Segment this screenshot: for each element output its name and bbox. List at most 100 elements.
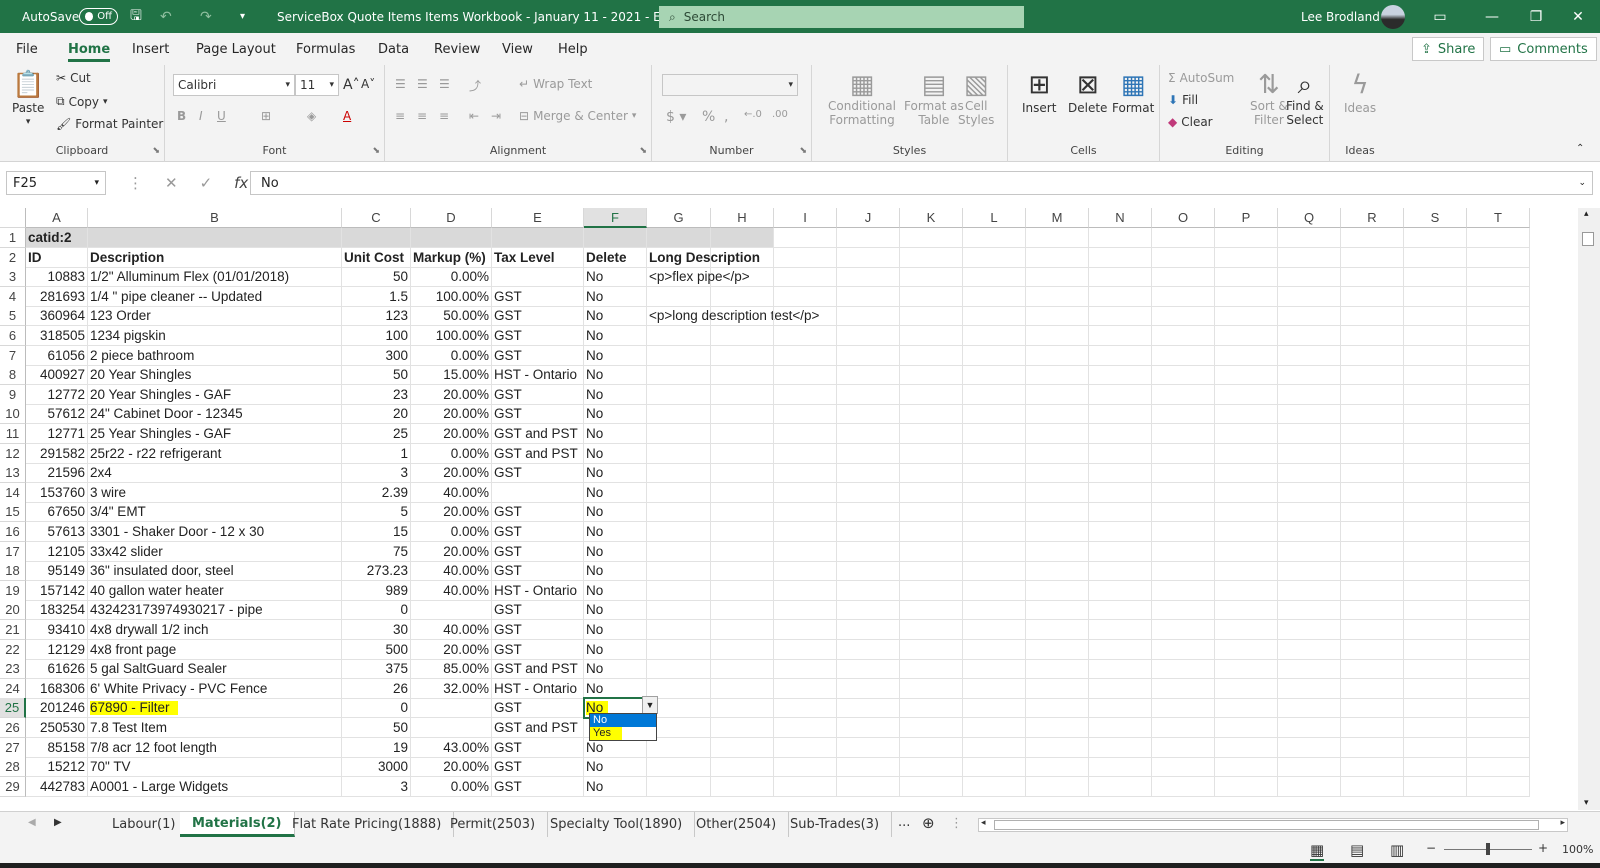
currency-icon[interactable]: $ ▾ <box>666 109 686 125</box>
cell[interactable] <box>1026 384 1089 405</box>
table-row-cell[interactable]: 19 <box>342 737 411 758</box>
cell[interactable] <box>774 404 837 425</box>
cell[interactable] <box>1215 600 1278 621</box>
row-header[interactable]: 7 <box>0 345 26 366</box>
cell[interactable] <box>1152 580 1215 601</box>
cell[interactable] <box>1152 286 1215 307</box>
page-break-view-icon[interactable]: ▥ <box>1390 841 1404 859</box>
table-row-cell[interactable]: 100.00% <box>411 286 492 307</box>
save-icon[interactable]: 🖫 <box>130 0 142 33</box>
table-row-cell[interactable]: 33x42 slider <box>88 541 342 562</box>
cell[interactable] <box>1215 737 1278 758</box>
table-row-cell[interactable]: No <box>584 580 647 601</box>
table-row-cell[interactable]: No <box>584 424 647 444</box>
cell[interactable] <box>837 247 900 268</box>
table-row-cell[interactable]: No <box>584 600 647 621</box>
cell[interactable] <box>1278 326 1341 346</box>
table-row-cell[interactable]: 95149 <box>26 561 88 582</box>
table-row-cell[interactable]: GST <box>492 384 584 405</box>
tab-insert[interactable]: Insert <box>132 33 169 65</box>
cell[interactable] <box>1404 600 1467 621</box>
cell[interactable] <box>1467 228 1530 248</box>
comments-button[interactable]: ▭ Comments <box>1490 37 1597 61</box>
cell[interactable] <box>88 228 342 248</box>
row-header[interactable]: 4 <box>0 286 26 307</box>
cell[interactable] <box>1089 659 1152 680</box>
cell[interactable] <box>774 757 837 778</box>
dropdown-arrow-icon[interactable]: ▼ <box>642 696 658 714</box>
table-row-cell[interactable]: GST <box>492 463 584 484</box>
cell[interactable] <box>1026 659 1089 680</box>
table-row-cell[interactable]: GST and PST <box>492 443 584 464</box>
table-row-cell[interactable]: No <box>584 384 647 405</box>
table-row-cell[interactable]: GST <box>492 600 584 621</box>
align-top-icon[interactable]: ☰ <box>395 77 406 91</box>
cell[interactable] <box>711 718 774 738</box>
tab-file[interactable]: File <box>16 33 38 65</box>
table-row-cell[interactable]: 24" Cabinet Door - 12345 <box>88 404 342 425</box>
align-bottom-icon[interactable]: ☰ <box>439 77 450 91</box>
cell[interactable] <box>1152 482 1215 503</box>
cell[interactable] <box>1467 620 1530 640</box>
zoom-in-icon[interactable]: + <box>1538 841 1548 855</box>
tab-review[interactable]: Review <box>434 33 480 65</box>
cell[interactable] <box>1089 718 1152 738</box>
header-cell-e[interactable]: Tax Level <box>492 247 584 268</box>
cell[interactable] <box>1152 698 1215 719</box>
cell[interactable] <box>963 404 1026 425</box>
cell[interactable] <box>1341 580 1404 601</box>
cell[interactable] <box>1467 502 1530 523</box>
cell[interactable] <box>1026 345 1089 366</box>
cell[interactable] <box>1467 522 1530 542</box>
cell[interactable] <box>1467 678 1530 699</box>
cell[interactable] <box>1278 286 1341 307</box>
cell[interactable] <box>1026 580 1089 601</box>
cell[interactable] <box>774 286 837 307</box>
table-row-cell[interactable]: GST <box>492 306 584 327</box>
cell[interactable] <box>774 267 837 288</box>
table-row-cell[interactable]: 100.00% <box>411 326 492 346</box>
cell[interactable] <box>900 678 963 699</box>
table-row-cell[interactable]: No <box>584 404 647 425</box>
paste-button[interactable]: 📋 Paste ▾ <box>12 71 44 127</box>
cell[interactable] <box>837 522 900 542</box>
cell[interactable] <box>1089 776 1152 797</box>
table-row-cell[interactable]: 3 <box>342 463 411 484</box>
cell[interactable] <box>1215 678 1278 699</box>
bold-icon[interactable]: B <box>177 109 186 123</box>
cell[interactable] <box>900 502 963 523</box>
cell[interactable] <box>900 267 963 288</box>
cell[interactable] <box>711 463 774 484</box>
cell[interactable] <box>774 678 837 699</box>
cell[interactable] <box>711 620 774 640</box>
cell[interactable] <box>1278 600 1341 621</box>
restore-icon[interactable]: ❐ <box>1514 0 1558 33</box>
cell[interactable] <box>1215 326 1278 346</box>
table-row-cell[interactable]: 5 gal SaltGuard Sealer <box>88 659 342 680</box>
cell[interactable] <box>1026 286 1089 307</box>
dialog-launcher-icon[interactable]: ⬊ <box>639 146 647 156</box>
cell[interactable] <box>774 620 837 640</box>
cell[interactable] <box>774 541 837 562</box>
cell[interactable] <box>1215 718 1278 738</box>
cell[interactable] <box>900 698 963 719</box>
name-box[interactable]: F25 ▾ <box>6 171 106 195</box>
table-row-cell[interactable]: No <box>584 463 647 484</box>
row-header[interactable]: 5 <box>0 306 26 327</box>
cell[interactable] <box>900 561 963 582</box>
table-row-cell[interactable]: GST <box>492 404 584 425</box>
comma-icon[interactable]: , <box>724 109 728 125</box>
table-row-cell[interactable]: No <box>584 326 647 346</box>
scroll-right-icon[interactable]: ▸ <box>1560 818 1565 828</box>
cell[interactable] <box>1026 228 1089 248</box>
cell[interactable] <box>1215 424 1278 444</box>
table-row-cell[interactable]: 360964 <box>26 306 88 327</box>
row-header[interactable]: 21 <box>0 620 26 640</box>
cell[interactable] <box>1089 306 1152 327</box>
cell[interactable] <box>1467 718 1530 738</box>
cell[interactable] <box>1089 737 1152 758</box>
table-row-cell[interactable]: 20 Year Shingles <box>88 365 342 386</box>
cell[interactable] <box>1341 384 1404 405</box>
header-cell-d[interactable]: Markup (%) <box>411 247 492 268</box>
cell[interactable] <box>837 424 900 444</box>
